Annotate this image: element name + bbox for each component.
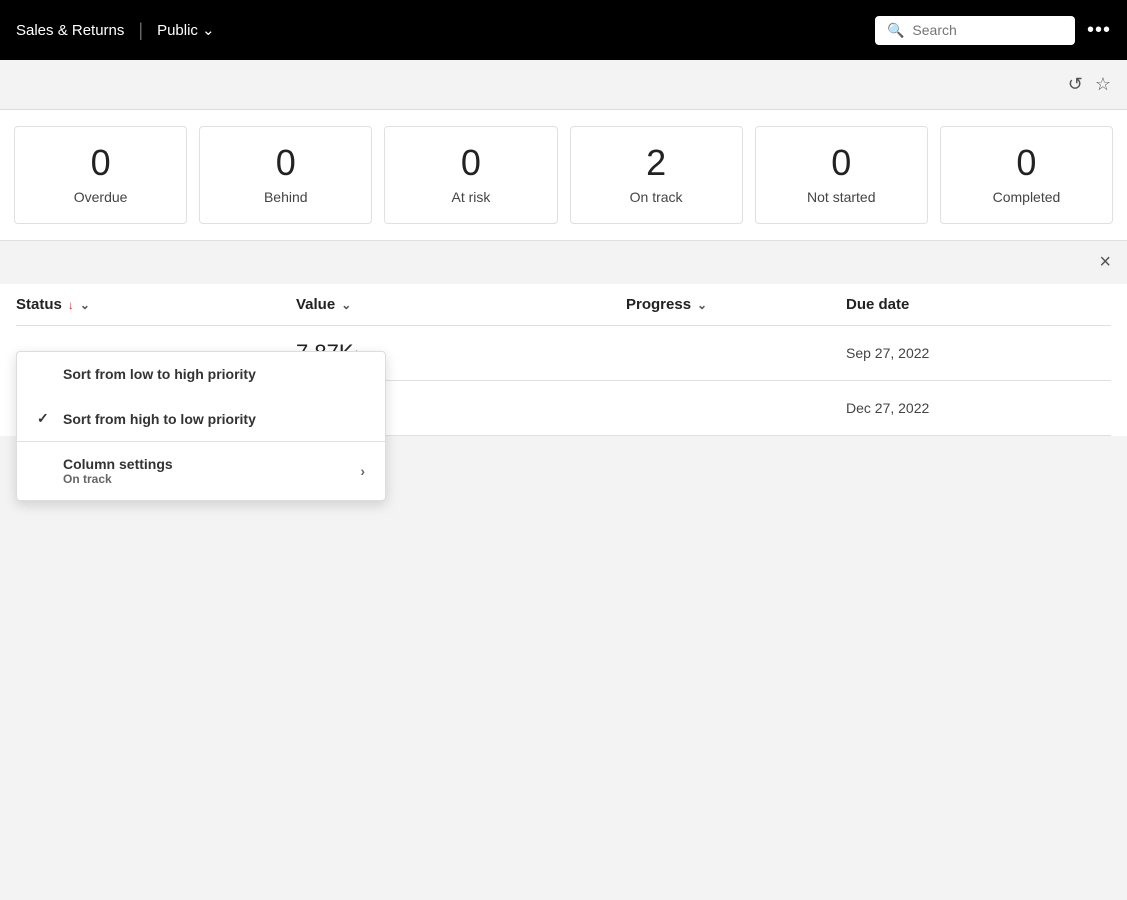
visibility-label: Public xyxy=(157,22,198,39)
visibility-selector[interactable]: Public ⌄ xyxy=(157,21,214,39)
behind-count: 0 xyxy=(216,145,355,181)
value-column-label: Value xyxy=(296,296,335,313)
refresh-icon: ↺ xyxy=(1068,74,1083,95)
sort-high-low-item[interactable]: ✓ Sort from high to low priority xyxy=(17,396,385,441)
summary-card-at-risk[interactable]: 0 At risk xyxy=(384,126,557,224)
summary-card-not-started[interactable]: 0 Not started xyxy=(755,126,928,224)
row1-due-date-cell: Sep 27, 2022 xyxy=(846,345,1111,361)
chevron-down-icon: ⌄ xyxy=(80,298,90,312)
column-header-progress[interactable]: Progress ⌄ xyxy=(626,296,846,313)
summary-card-on-track[interactable]: 2 On track xyxy=(570,126,743,224)
summary-card-completed[interactable]: 0 Completed xyxy=(940,126,1113,224)
not-started-label: Not started xyxy=(772,189,911,205)
row2-due-date-value: Dec 27, 2022 xyxy=(846,400,929,416)
status-column-label: Status xyxy=(16,296,62,313)
overdue-label: Overdue xyxy=(31,189,170,205)
column-settings-label: Column settings xyxy=(63,456,173,472)
sort-icon: ↓ xyxy=(68,298,74,312)
row2-due-date-cell: Dec 27, 2022 xyxy=(846,400,1111,416)
column-settings-sublabel: On track xyxy=(63,472,173,486)
column-header-due-date[interactable]: Due date xyxy=(846,296,1111,313)
table-area: × Status ↓ ⌄ Sort from low to high prior… xyxy=(0,241,1127,436)
table-close-bar: × xyxy=(0,241,1127,284)
chevron-down-progress-icon: ⌄ xyxy=(697,298,707,312)
due-date-column-label: Due date xyxy=(846,296,909,313)
on-track-label: On track xyxy=(587,189,726,205)
dropdown-menu: Sort from low to high priority ✓ Sort fr… xyxy=(16,351,386,501)
overdue-count: 0 xyxy=(31,145,170,181)
topbar-right: 🔍 ••• xyxy=(875,16,1111,45)
chevron-down-value-icon: ⌄ xyxy=(341,298,351,312)
chevron-down-icon: ⌄ xyxy=(202,21,215,39)
column-header-status[interactable]: Status ↓ ⌄ Sort from low to high priorit… xyxy=(16,296,296,313)
sort-low-high-label: Sort from low to high priority xyxy=(63,366,256,382)
behind-label: Behind xyxy=(216,189,355,205)
topbar: Sales & Returns | Public ⌄ 🔍 ••• xyxy=(0,0,1127,60)
at-risk-label: At risk xyxy=(401,189,540,205)
check-icon-high-low: ✓ xyxy=(37,410,53,427)
app-title: Sales & Returns xyxy=(16,22,124,39)
topbar-divider: | xyxy=(138,20,143,41)
completed-label: Completed xyxy=(957,189,1096,205)
search-icon: 🔍 xyxy=(887,22,904,39)
summary-card-behind[interactable]: 0 Behind xyxy=(199,126,372,224)
chevron-right-icon: › xyxy=(360,463,365,479)
search-input[interactable] xyxy=(912,22,1063,38)
topbar-left: Sales & Returns | Public ⌄ xyxy=(16,20,215,41)
not-started-count: 0 xyxy=(772,145,911,181)
table-header-row: Status ↓ ⌄ Sort from low to high priorit… xyxy=(16,284,1111,326)
progress-column-label: Progress xyxy=(626,296,691,313)
table-wrapper: Status ↓ ⌄ Sort from low to high priorit… xyxy=(0,284,1127,436)
column-header-value[interactable]: Value ⌄ xyxy=(296,296,626,313)
sort-low-high-item[interactable]: Sort from low to high priority xyxy=(17,352,385,396)
row1-due-date-value: Sep 27, 2022 xyxy=(846,345,929,361)
more-options-button[interactable]: ••• xyxy=(1087,19,1111,42)
completed-count: 0 xyxy=(957,145,1096,181)
column-settings-item[interactable]: Column settings On track › xyxy=(17,442,385,500)
refresh-button[interactable]: ↺ xyxy=(1068,74,1083,95)
at-risk-count: 0 xyxy=(401,145,540,181)
summary-card-overdue[interactable]: 0 Overdue xyxy=(14,126,187,224)
sort-high-low-label: Sort from high to low priority xyxy=(63,411,256,427)
on-track-count: 2 xyxy=(587,145,726,181)
search-box[interactable]: 🔍 xyxy=(875,16,1075,45)
toolbar: ↺ ☆ xyxy=(0,60,1127,110)
star-icon: ☆ xyxy=(1095,74,1111,95)
close-button[interactable]: × xyxy=(1099,251,1111,274)
favorite-button[interactable]: ☆ xyxy=(1095,74,1111,95)
summary-cards-row: 0 Overdue 0 Behind 0 At risk 2 On track … xyxy=(0,110,1127,241)
